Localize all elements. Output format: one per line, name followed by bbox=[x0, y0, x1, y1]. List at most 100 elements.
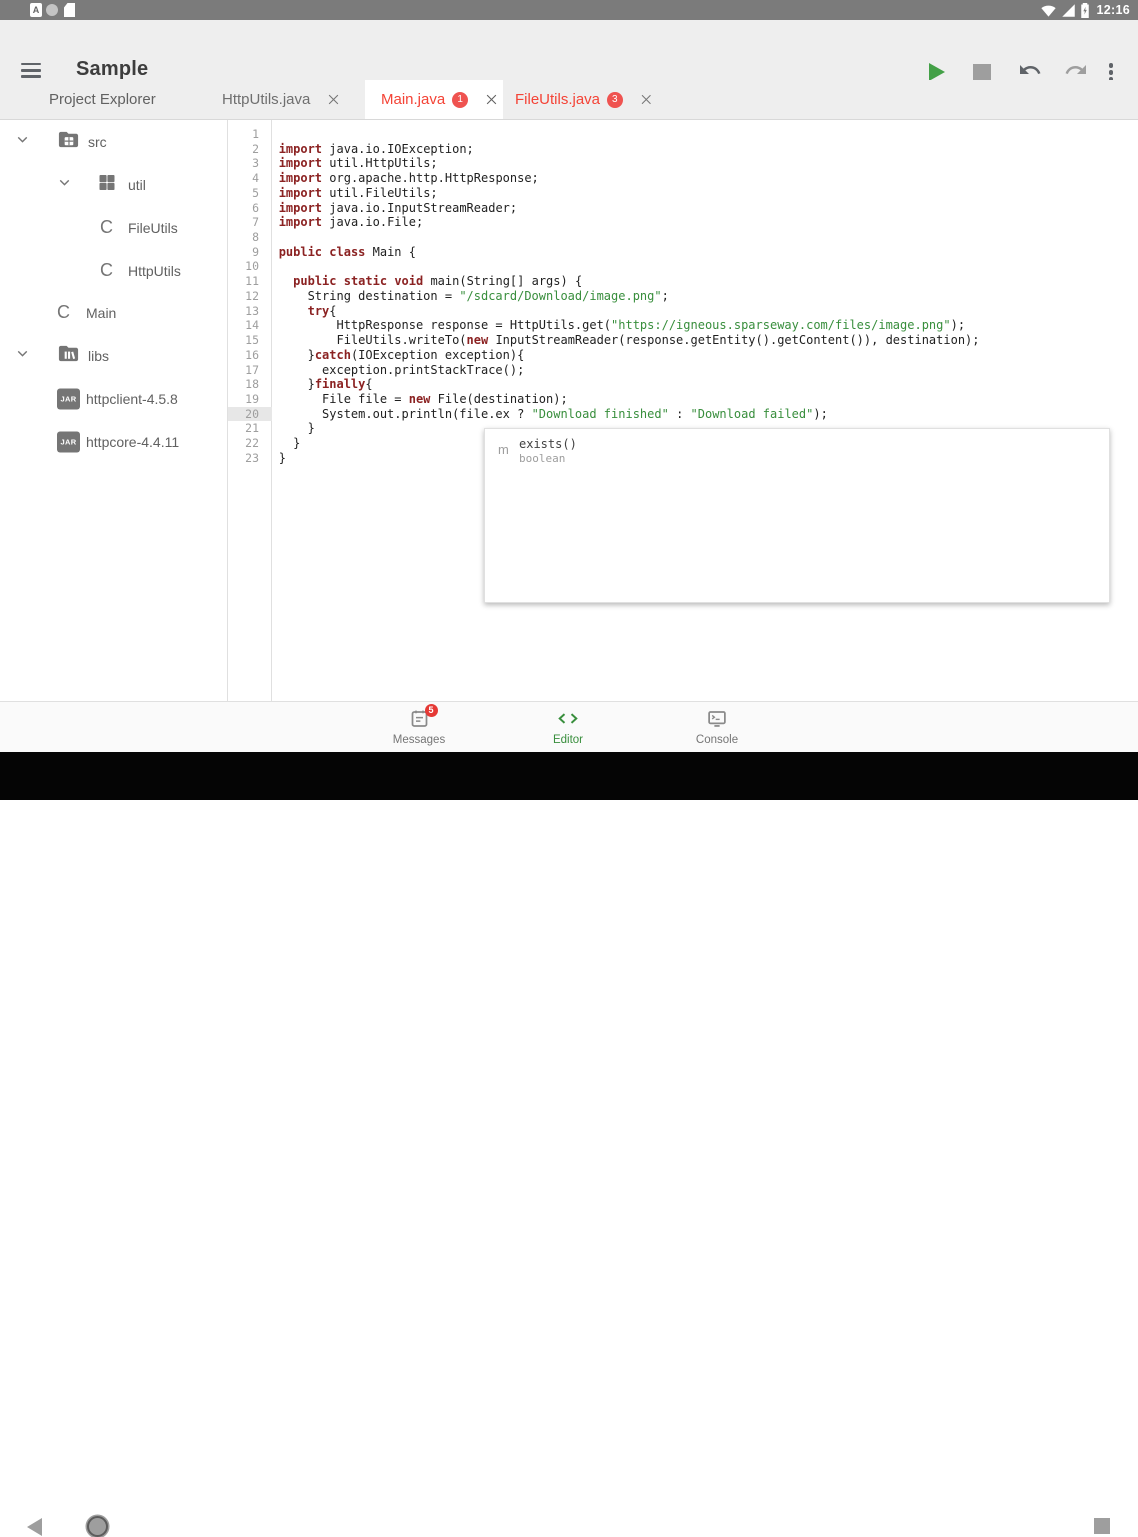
code-line: public static void main(String[] args) { bbox=[279, 274, 980, 289]
code-line: import util.FileUtils; bbox=[279, 186, 980, 201]
code-line: String destination = "/sdcard/Download/i… bbox=[279, 289, 980, 304]
chevron-down-icon[interactable] bbox=[14, 131, 31, 148]
android-nav-bar bbox=[0, 752, 1138, 800]
close-icon[interactable] bbox=[326, 92, 341, 107]
tree-item-fileutils[interactable]: C FileUtils bbox=[0, 206, 228, 249]
close-icon[interactable] bbox=[484, 92, 499, 107]
chevron-down-icon[interactable] bbox=[14, 345, 31, 362]
class-icon: C bbox=[57, 302, 70, 322]
nav-item-console[interactable]: Console bbox=[677, 702, 757, 753]
line-number: 5 bbox=[228, 186, 272, 201]
tree-item-label: src bbox=[88, 134, 107, 150]
code-line: }finally{ bbox=[279, 377, 980, 392]
line-number: 19 bbox=[228, 392, 272, 407]
tab-fileutils-java[interactable]: FileUtils.java 3 bbox=[503, 80, 653, 119]
line-number: 18 bbox=[228, 377, 272, 392]
tree-item-main[interactable]: CMain bbox=[0, 292, 228, 335]
home-icon[interactable] bbox=[87, 1516, 108, 1537]
battery-charging-icon bbox=[1080, 3, 1090, 18]
line-number: 15 bbox=[228, 333, 272, 348]
code-line: import java.io.File; bbox=[279, 215, 980, 230]
nav-item-messages[interactable]: 5Messages bbox=[379, 702, 459, 753]
back-icon[interactable] bbox=[27, 1518, 42, 1536]
line-number: 6 bbox=[228, 201, 272, 216]
nav-item-label: Editor bbox=[528, 734, 608, 746]
code-line: HttpResponse response = HttpUtils.get("h… bbox=[279, 318, 980, 333]
line-number: 23 bbox=[228, 451, 272, 466]
redo-icon[interactable] bbox=[1063, 62, 1089, 80]
line-number: 16 bbox=[228, 348, 272, 363]
code-icon bbox=[556, 708, 580, 729]
class-icon: C bbox=[100, 260, 113, 280]
code-line: System.out.println(file.ex ? "Download f… bbox=[279, 407, 980, 422]
line-number: 3 bbox=[228, 156, 272, 171]
tree-item-util[interactable]: util bbox=[0, 163, 228, 206]
chevron-down-icon[interactable] bbox=[56, 174, 73, 191]
tab-httputils-java[interactable]: HttpUtils.java bbox=[200, 80, 365, 119]
notification-badge: 5 bbox=[425, 704, 438, 717]
jar-icon: JAR bbox=[57, 431, 80, 452]
bottom-navigation: 5Messages Editor Console bbox=[0, 701, 1138, 752]
tree-item-label: libs bbox=[88, 348, 109, 364]
code-line: exception.printStackTrace(); bbox=[279, 363, 980, 378]
tree-item-httpclient-4-5-8[interactable]: JARhttpclient-4.5.8 bbox=[0, 378, 228, 421]
autocomplete-popup: mexists()boolean bbox=[484, 428, 1110, 603]
project-explorer-tab[interactable]: Project Explorer bbox=[49, 80, 156, 119]
line-number: 14 bbox=[228, 318, 272, 333]
line-number: 17 bbox=[228, 363, 272, 378]
code-editor[interactable]: import java.io.IOException;import util.H… bbox=[272, 120, 1138, 701]
notification-dot-icon bbox=[46, 4, 58, 16]
code-line: }catch(IOException exception){ bbox=[279, 348, 980, 363]
nav-item-label: Console bbox=[677, 734, 757, 746]
line-number: 2 bbox=[228, 142, 272, 157]
app-notification-icon: A bbox=[30, 3, 42, 17]
line-number: 9 bbox=[228, 245, 272, 260]
tab-label: FileUtils.java bbox=[515, 91, 600, 108]
tab-label: Main.java bbox=[381, 91, 445, 108]
menu-icon[interactable] bbox=[21, 63, 41, 78]
completion-return-type: boolean bbox=[519, 452, 565, 465]
play-icon[interactable] bbox=[929, 63, 945, 81]
tree-item-label: httpcore-4.4.11 bbox=[86, 434, 179, 450]
tree-item-label: FileUtils bbox=[128, 220, 178, 236]
line-number: 22 bbox=[228, 436, 272, 451]
tree-item-httpcore-4-4-11[interactable]: JAR httpcore-4.4.11 bbox=[0, 420, 228, 463]
wifi-icon bbox=[1040, 3, 1057, 18]
tree-item-src[interactable]: src bbox=[0, 121, 228, 164]
tree-item-libs[interactable]: libs bbox=[0, 335, 228, 378]
code-line: import java.io.IOException; bbox=[279, 142, 980, 157]
line-number: 10 bbox=[228, 259, 272, 274]
tab-badge: 1 bbox=[452, 92, 468, 108]
library-folder-icon bbox=[57, 342, 80, 365]
nav-item-editor[interactable]: Editor bbox=[528, 702, 608, 753]
cell-signal-icon bbox=[1061, 3, 1076, 18]
code-line: try{ bbox=[279, 304, 980, 319]
line-number: 11 bbox=[228, 274, 272, 289]
tree-item-httputils[interactable]: C HttpUtils bbox=[0, 249, 228, 292]
code-line bbox=[279, 259, 980, 274]
line-number: 20 bbox=[228, 407, 272, 422]
android-status-bar: A 12:16 bbox=[0, 0, 1138, 20]
line-number: 7 bbox=[228, 215, 272, 230]
tree-item-label: HttpUtils bbox=[128, 263, 181, 279]
close-icon[interactable] bbox=[639, 92, 654, 107]
autocomplete-item[interactable]: mexists()boolean bbox=[485, 429, 1109, 469]
undo-icon[interactable] bbox=[1017, 62, 1043, 80]
editor-tab-bar: Project Explorer HttpUtils.java Main.java… bbox=[0, 80, 1138, 120]
class-icon: C bbox=[100, 217, 113, 237]
line-number: 13 bbox=[228, 304, 272, 319]
console-icon bbox=[706, 708, 728, 729]
package-icon bbox=[97, 172, 117, 192]
completion-name: exists() bbox=[519, 437, 577, 451]
app-toolbar: Sample bbox=[0, 20, 1138, 80]
tab-main-java[interactable]: Main.java 1 bbox=[365, 80, 503, 119]
line-number-gutter: 1234567891011121314151617181920212223 bbox=[228, 120, 272, 701]
tab-label: HttpUtils.java bbox=[222, 91, 310, 108]
jar-icon: JAR bbox=[57, 389, 80, 410]
recents-icon[interactable] bbox=[1094, 1518, 1110, 1534]
project-tree: srcutilCFileUtilsCHttpUtilsCMainlibsJARh… bbox=[0, 120, 228, 701]
sim-card-icon bbox=[64, 3, 75, 17]
tab-badge: 3 bbox=[607, 92, 622, 108]
line-number: 21 bbox=[228, 421, 272, 436]
code-line: import org.apache.http.HttpResponse; bbox=[279, 171, 980, 186]
